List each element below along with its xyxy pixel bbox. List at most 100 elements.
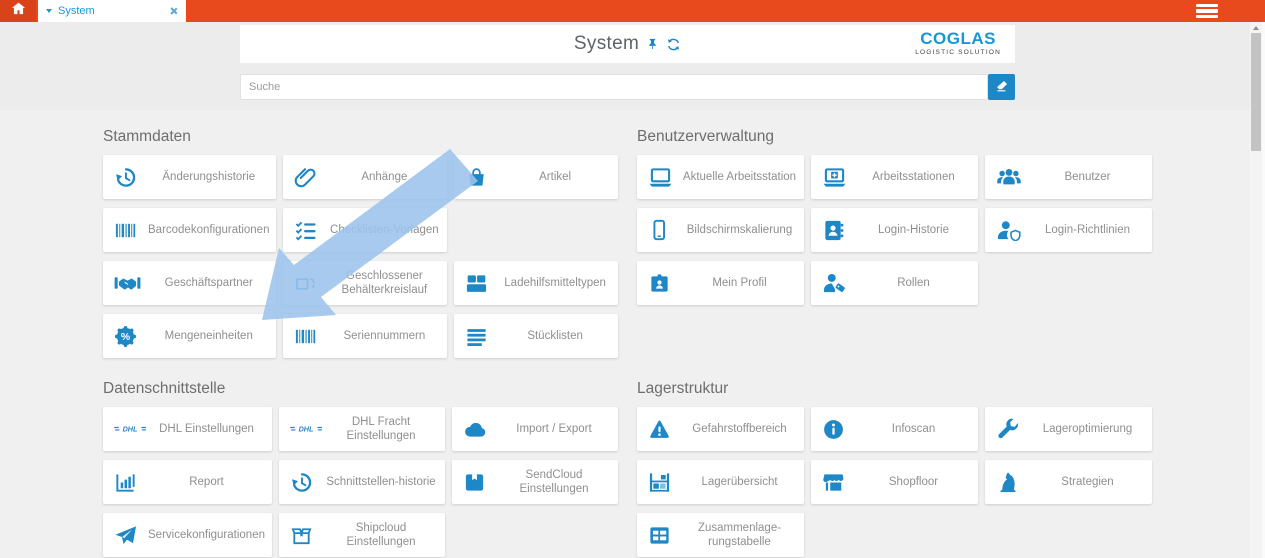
tile-lageroptimierung[interactable]: Lageroptimierung: [985, 407, 1152, 451]
tile-aktuelle-arbeitsstation[interactable]: Aktuelle Arbeitsstation: [637, 155, 804, 199]
scroll-up-icon[interactable]: [1253, 26, 1259, 30]
tile-strategien[interactable]: Strategien: [985, 460, 1152, 504]
section-stammdaten: Stammdaten Änderungshistorie Anhänge Art…: [103, 129, 618, 358]
user-tag-icon: [822, 272, 856, 294]
tile-schnittstellenhistorie[interactable]: Schnittstellen-historie: [279, 460, 445, 504]
chevron-down-icon[interactable]: [46, 9, 52, 13]
tile-geschlossener-behaelterkreislauf[interactable]: Geschlossener Behälterkreislauf: [283, 261, 447, 305]
checklist-icon: [294, 219, 328, 242]
tile-barcodekonfigurationen[interactable]: Barcodekonfigurationen: [103, 208, 276, 252]
tile-aenderungshistorie[interactable]: Änderungshistorie: [103, 155, 276, 199]
tile-import-export[interactable]: Import / Export: [452, 407, 618, 451]
refresh-icon[interactable]: [666, 37, 681, 52]
tile-stuecklisten[interactable]: Stücklisten: [454, 314, 618, 358]
handshake-icon: [114, 273, 148, 294]
tile-grid: Gefahrstoffbereich Infoscan Lageroptimie…: [637, 407, 1152, 557]
tile-grid: DHLDHL Einstellungen DHLDHL Fracht Einst…: [103, 407, 618, 557]
menu-icon[interactable]: [1196, 4, 1218, 18]
info-icon: [822, 418, 856, 441]
svg-text:DHL: DHL: [299, 425, 314, 434]
logo-tagline: LOGISTIC SOLUTION: [915, 50, 1001, 57]
tile-grid: Änderungshistorie Anhänge Artikel Barcod…: [103, 155, 618, 358]
open-box-icon: [290, 524, 324, 547]
close-icon[interactable]: [169, 7, 178, 16]
tile-zusammenlagerungstabelle[interactable]: Zusammenlage-rungstabelle: [637, 513, 804, 557]
section-benutzerverwaltung: Benutzerverwaltung Aktuelle Arbeitsstati…: [637, 129, 1152, 305]
scrollbar-thumb[interactable]: [1251, 33, 1261, 151]
section-title: Benutzerverwaltung: [637, 129, 1152, 145]
tile-mengeneinheiten[interactable]: %Mengeneinheiten: [103, 314, 276, 358]
table-icon: [648, 524, 682, 547]
tile-report[interactable]: Report: [103, 460, 272, 504]
paper-plane-icon: [114, 524, 148, 547]
tile-checklisten-vorlagen[interactable]: Checklisten-Vorlagen: [283, 208, 447, 252]
tile-arbeitsstationen[interactable]: Arbeitsstationen: [811, 155, 978, 199]
scrollbar[interactable]: [1250, 22, 1262, 558]
shopping-bag-icon: [465, 166, 499, 189]
tile-mein-profil[interactable]: Mein Profil: [637, 261, 804, 305]
section-title: Datenschnittstelle: [103, 381, 618, 397]
user-shield-icon: [996, 219, 1030, 241]
knight-icon: [996, 471, 1030, 494]
tile-anhaenge[interactable]: Anhänge: [283, 155, 447, 199]
address-book-icon: [822, 219, 856, 242]
eraser-icon: [995, 79, 1009, 96]
tile-infoscan[interactable]: Infoscan: [811, 407, 978, 451]
pallet-icon: [465, 272, 499, 295]
id-badge-icon: [648, 272, 682, 295]
tile-grid: Aktuelle Arbeitsstation Arbeitsstationen…: [637, 155, 1152, 305]
section-lagerstruktur: Lagerstruktur Gefahrstoffbereich Infosca…: [637, 381, 1152, 557]
laptop-icon: [648, 167, 682, 188]
tile-gefahrstoffbereich[interactable]: Gefahrstoffbereich: [637, 407, 804, 451]
tile-shipcloud-einstellungen[interactable]: Shipcloud Einstellungen: [279, 513, 445, 557]
tab-label: System: [58, 5, 163, 17]
tile-servicekonfigurationen[interactable]: Servicekonfigurationen: [103, 513, 272, 557]
tab-system[interactable]: System: [38, 0, 186, 22]
tile-lageruebersicht[interactable]: Lagerübersicht: [637, 460, 804, 504]
search-input[interactable]: [240, 74, 988, 100]
pin-icon[interactable]: [646, 37, 659, 51]
coglas-logo: COGLAS LOGISTIC SOLUTION: [915, 30, 1001, 56]
tile-dhl-fracht-einstellungen[interactable]: DHLDHL Fracht Einstellungen: [279, 407, 445, 451]
bar-chart-icon: [114, 471, 148, 494]
tile-ladehilfsmitteltypen[interactable]: Ladehilfsmitteltypen: [454, 261, 618, 305]
home-icon: [11, 1, 26, 21]
tile-sendcloud-einstellungen[interactable]: SendCloud Einstellungen: [452, 460, 618, 504]
percent-badge-icon: %: [114, 325, 148, 348]
package-icon: [463, 471, 497, 494]
warning-icon: [648, 418, 682, 441]
container-cycle-icon: [294, 272, 328, 295]
tile-bildschirmskalierung[interactable]: Bildschirmskalierung: [637, 208, 804, 252]
wrench-icon: [996, 418, 1030, 441]
tile-dhl-einstellungen[interactable]: DHLDHL Einstellungen: [103, 407, 272, 451]
section-title: Stammdaten: [103, 129, 618, 145]
search-clear-button[interactable]: [988, 74, 1015, 100]
tile-login-richtlinien[interactable]: Login-Richtlinien: [985, 208, 1152, 252]
tile-geschaeftspartner[interactable]: Geschäftspartner: [103, 261, 276, 305]
tile-shopfloor[interactable]: Shopfloor: [811, 460, 978, 504]
dhl-icon: DHL: [114, 423, 148, 435]
tile-artikel[interactable]: Artikel: [454, 155, 618, 199]
barcode-icon: [114, 219, 148, 242]
home-button[interactable]: [0, 0, 36, 22]
smartphone-icon: [648, 219, 682, 241]
rack-icon: [648, 471, 682, 494]
users-icon: [996, 166, 1030, 188]
logo-name: COGLAS: [915, 30, 1001, 47]
laptop-plus-icon: [822, 167, 856, 188]
page-header: System COGLAS LOGISTIC SOLUTION: [240, 25, 1015, 63]
tile-seriennummern[interactable]: Seriennummern: [283, 314, 447, 358]
svg-text:DHL: DHL: [123, 425, 138, 434]
tile-benutzer[interactable]: Benutzer: [985, 155, 1152, 199]
page-title: System: [574, 33, 639, 55]
svg-text:%: %: [121, 331, 131, 343]
history-icon: [290, 471, 324, 494]
tile-rollen[interactable]: Rollen: [811, 261, 978, 305]
cloud-icon: [463, 421, 497, 438]
paperclip-icon: [294, 166, 328, 189]
barcode-icon: [294, 325, 328, 348]
dhl-icon: DHL: [290, 423, 324, 435]
tile-login-historie[interactable]: Login-Historie: [811, 208, 978, 252]
store-icon: [822, 471, 856, 494]
list-lines-icon: [465, 325, 499, 348]
